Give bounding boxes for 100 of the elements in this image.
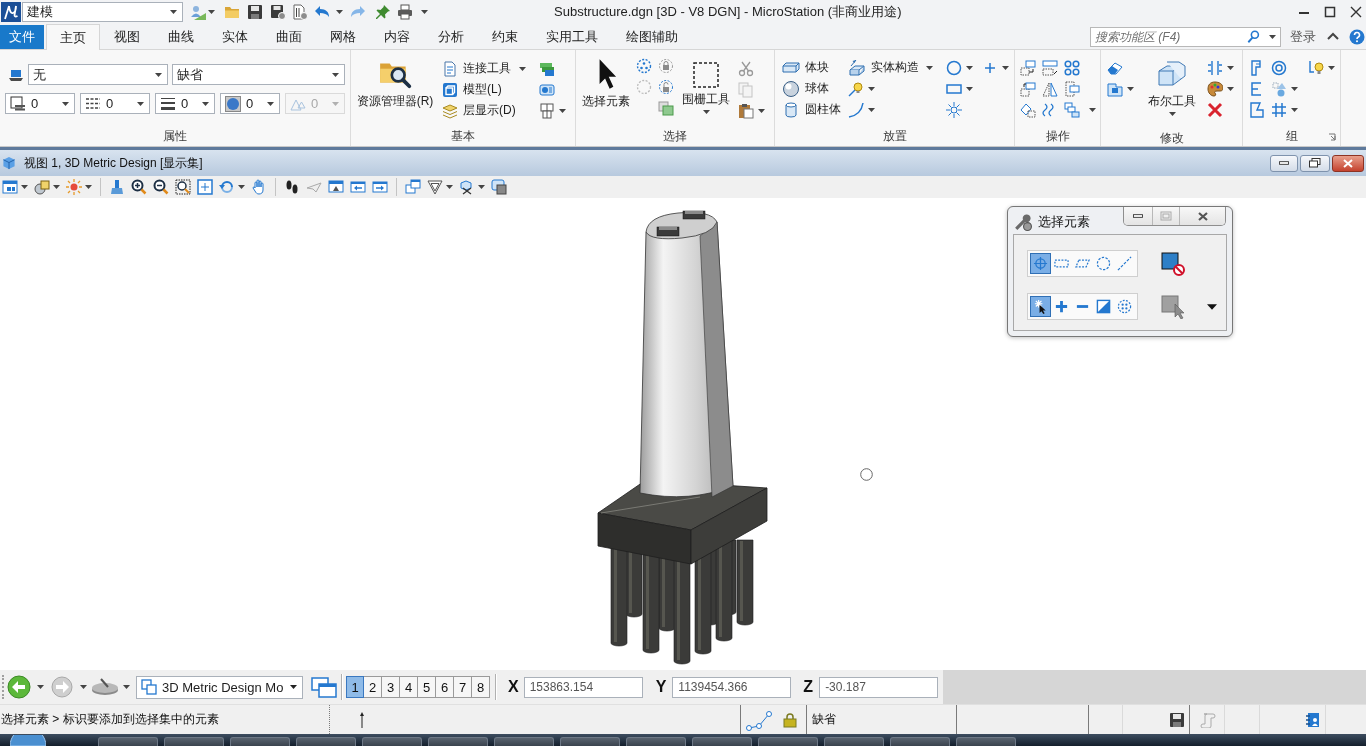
ribbon-tab[interactable]: 网格 (316, 24, 370, 49)
attribute-dropdown[interactable]: 0 (5, 93, 75, 114)
caret-icon[interactable] (1269, 34, 1276, 39)
taskbar-button[interactable] (692, 737, 752, 746)
caret-icon[interactable] (446, 185, 453, 189)
minimize-button[interactable] (1124, 207, 1152, 225)
ribbon-tab[interactable]: 文件 (0, 25, 44, 49)
move-icon[interactable] (1020, 59, 1036, 76)
caret-icon[interactable] (1089, 107, 1096, 112)
view-number-button[interactable]: 2 (364, 676, 382, 698)
caret-icon[interactable] (208, 10, 215, 14)
chevron-up-icon[interactable] (1327, 32, 1339, 41)
circle-icon[interactable] (946, 59, 962, 76)
delete-icon[interactable] (1207, 101, 1223, 118)
view-number-button[interactable]: 4 (400, 676, 418, 698)
caret-icon[interactable] (559, 108, 566, 113)
taskbar-button[interactable] (296, 737, 356, 746)
zoom-out-icon[interactable] (153, 179, 169, 195)
print-icon[interactable] (397, 4, 413, 20)
app-logo-icon[interactable] (1, 2, 21, 22)
pan-hand-icon[interactable] (251, 179, 267, 195)
caret-icon[interactable] (966, 65, 973, 70)
selection-mode-button[interactable] (1030, 296, 1051, 317)
caret-icon[interactable] (1207, 303, 1217, 310)
attribute-dropdown[interactable]: 0 (80, 93, 150, 114)
taskbar-button[interactable] (362, 737, 422, 746)
next-view-icon[interactable] (372, 179, 388, 195)
split-panel-icon[interactable] (539, 102, 555, 119)
view-number-button[interactable]: 8 (472, 676, 490, 698)
grid-icon[interactable] (1271, 101, 1287, 118)
copy-view-icon[interactable] (405, 179, 421, 195)
selection-method-button[interactable] (1030, 253, 1051, 274)
taskbar-button[interactable] (890, 737, 950, 746)
caret-icon[interactable] (868, 86, 875, 91)
display-style-icon[interactable] (34, 179, 50, 195)
caret-icon[interactable] (37, 685, 44, 689)
taskbar-button[interactable] (164, 737, 224, 746)
view-number-button[interactable]: 3 (382, 676, 400, 698)
sphere-button[interactable]: 球体 (780, 78, 840, 99)
previous-view-icon[interactable] (350, 179, 366, 195)
select-element-button[interactable]: 选择元素 (580, 55, 632, 127)
taskbar-button[interactable] (428, 737, 488, 746)
save-icon[interactable] (1169, 711, 1185, 728)
caret-icon[interactable] (868, 107, 875, 112)
fence-tools-button[interactable]: 围栅工具 (680, 55, 732, 127)
caret-icon[interactable] (966, 86, 973, 91)
palette-icon[interactable] (1207, 80, 1223, 97)
zoom-window-icon[interactable] (175, 179, 191, 195)
footprints-icon[interactable] (284, 179, 300, 195)
taskbar-button[interactable] (98, 737, 158, 746)
coordinate-field[interactable]: 1139454.366 (672, 676, 792, 698)
fit-view-icon[interactable] (197, 179, 213, 195)
ribbon-tab[interactable]: 实用工具 (532, 24, 612, 49)
ribbon-tab[interactable]: 视图 (100, 24, 154, 49)
level-display-button[interactable]: 层显示(D) (440, 100, 531, 121)
stacked-sheets-icon[interactable] (539, 60, 555, 77)
caret-icon[interactable] (421, 10, 428, 14)
ribbon-tab[interactable]: 约束 (478, 24, 532, 49)
view-number-button[interactable]: 7 (454, 676, 472, 698)
coordinate-field[interactable]: 153863.154 (523, 676, 643, 698)
scale-icon[interactable] (1042, 59, 1058, 76)
caret-icon[interactable] (85, 185, 92, 189)
solid-construct-button[interactable]: 实体构造 (846, 57, 938, 78)
open-padlock-icon[interactable] (658, 79, 674, 95)
taskbar-button[interactable] (494, 737, 554, 746)
save-settings-icon[interactable] (270, 4, 286, 20)
view-number-button[interactable]: 1 (346, 676, 364, 698)
caret-icon[interactable] (478, 185, 485, 189)
taskbar-button[interactable] (824, 737, 884, 746)
ribbon-tab[interactable]: 分析 (424, 24, 478, 49)
search-field[interactable]: 搜索功能区 (F4) (1090, 26, 1281, 47)
caret-icon[interactable] (123, 685, 130, 689)
align-icon[interactable] (1064, 80, 1080, 97)
clip-volume-icon[interactable] (427, 179, 443, 195)
caret-icon[interactable] (80, 685, 87, 689)
view-display-icon[interactable] (491, 179, 507, 195)
dialog-launcher-icon[interactable] (1328, 133, 1336, 141)
paste-icon[interactable] (738, 102, 754, 119)
workspace-dropdown[interactable]: 建模 (22, 2, 183, 22)
clear-selection-icon[interactable] (1161, 251, 1185, 276)
search-icon[interactable] (1247, 29, 1261, 44)
start-orb-icon[interactable] (10, 735, 46, 746)
restore-button[interactable] (1300, 154, 1330, 172)
copy-element-icon[interactable] (1020, 80, 1036, 97)
explorer-button[interactable]: 资源管理器(R) (356, 55, 434, 127)
caret-icon[interactable] (1291, 86, 1298, 91)
cylinder-button[interactable]: 圆柱体 (780, 99, 840, 120)
view-number-button[interactable]: 5 (418, 676, 436, 698)
caret-icon[interactable] (1002, 65, 1009, 70)
caret-icon[interactable] (1227, 86, 1234, 91)
minimize-button[interactable] (1270, 154, 1298, 172)
caret-icon[interactable] (53, 185, 60, 189)
boolean-tools-button[interactable]: 布尔工具 (1145, 57, 1199, 129)
caret-icon[interactable] (1227, 65, 1234, 70)
lock-icon[interactable] (783, 711, 797, 728)
caret-icon[interactable] (1127, 86, 1134, 91)
attribute-dropdown[interactable]: 0 (220, 93, 280, 114)
help-icon[interactable] (1349, 28, 1365, 45)
light-bulb-icon[interactable] (848, 80, 864, 97)
zoom-in-icon[interactable] (131, 179, 147, 195)
